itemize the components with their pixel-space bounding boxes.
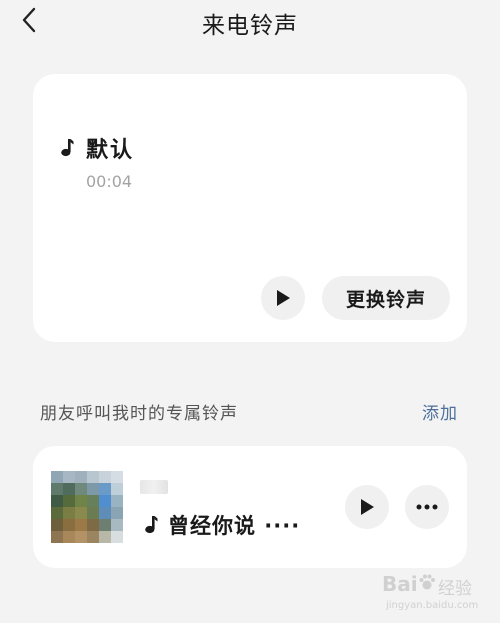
ringtone-name: 默认 (86, 138, 135, 163)
watermark-brand: Bai (382, 572, 418, 596)
change-ringtone-button[interactable]: 更换铃声 (322, 276, 450, 320)
baidu-watermark: Bai 经验 jingyan.baidu.com (382, 570, 494, 616)
more-options-button[interactable] (405, 485, 449, 529)
ringtone-duration: 00:04 (86, 172, 133, 191)
watermark-suffix: 经验 (438, 579, 472, 599)
music-note-icon (58, 136, 76, 158)
avatar (51, 471, 123, 543)
play-icon (277, 290, 290, 306)
more-horizontal-icon (416, 504, 438, 510)
watermark-url: jingyan.baidu.com (386, 600, 479, 611)
add-button[interactable]: 添加 (422, 399, 458, 424)
contact-ringtone-name: 曾经你说 ···· (168, 514, 301, 538)
paw-icon (419, 574, 435, 590)
contact-name-blurred (140, 480, 168, 494)
section-title: 朋友呼叫我时的专属铃声 (40, 404, 238, 424)
contact-play-button[interactable] (345, 485, 389, 529)
music-note-icon (142, 513, 160, 535)
play-icon (361, 499, 374, 515)
top-bar: 来电铃声 (0, 0, 500, 46)
preview-play-button[interactable] (261, 276, 305, 320)
page-title: 来电铃声 (202, 13, 298, 39)
